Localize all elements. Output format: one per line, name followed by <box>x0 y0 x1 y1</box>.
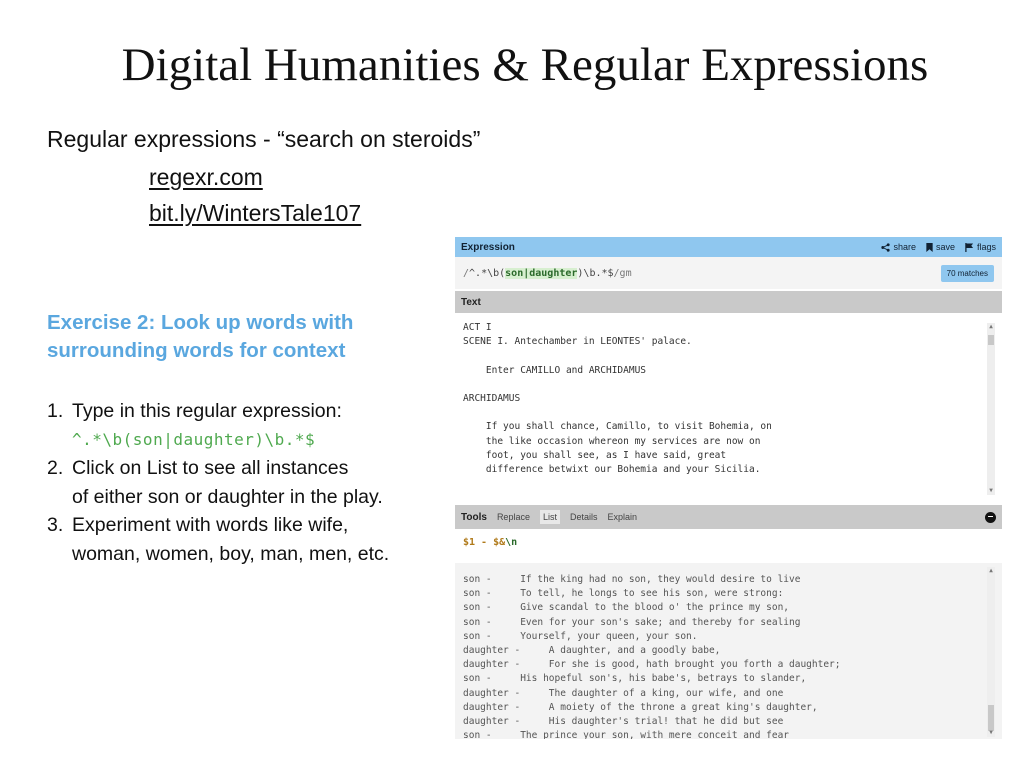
step-3: 3. Experiment with words like wife, woma… <box>47 511 452 568</box>
exercise-heading-line2: surrounding words for context <box>47 339 346 362</box>
list-item: daughter - His daughter's trial! that he… <box>463 716 784 728</box>
step-text: of either son or daughter in the play. <box>72 485 383 508</box>
list-template-input[interactable]: $1 - $&\n <box>463 537 517 548</box>
flags-button[interactable]: flags <box>965 242 996 252</box>
scroll-down-icon[interactable]: ▼ <box>987 487 995 495</box>
list-item: daughter - The daughter of a king, our w… <box>463 687 784 699</box>
tab-explain[interactable]: Explain <box>608 512 638 522</box>
list-item: son - To tell, he longs to see his son, … <box>463 588 784 600</box>
match-count-badge: 70 matches <box>940 264 994 282</box>
save-label: save <box>935 242 955 252</box>
exercise-heading: Exercise 2: Look up words with surroundi… <box>47 309 447 365</box>
text-line <box>463 349 983 363</box>
save-button[interactable]: save <box>926 242 955 252</box>
share-icon <box>881 242 891 252</box>
minus-circle-icon[interactable]: – <box>985 511 996 523</box>
step-1: 1. Type in this regular expression: ^.*\… <box>47 397 452 454</box>
expr-pre: ^.*\b( <box>469 267 506 279</box>
scroll-down-icon[interactable]: ▼ <box>987 729 995 737</box>
expression-input[interactable]: / ^.*\b( son|daughter )\b.*$ /gm 70 matc… <box>455 257 1002 289</box>
text-line: SCENE I. Antechamber in LEONTES' palace. <box>463 336 692 348</box>
text-label: Text <box>461 296 481 308</box>
step-2: 2. Click on List to see all instances of… <box>47 454 452 511</box>
result-list: son - If the king had no son, they would… <box>463 573 841 739</box>
step-number: 1. <box>47 400 64 422</box>
text-input-area[interactable]: ACT I SCENE I. Antechamber in LEONTES' pa… <box>463 321 983 497</box>
flag-icon <box>965 242 974 252</box>
regexr-link[interactable]: regexr.com <box>149 164 263 191</box>
winters-tale-link[interactable]: bit.ly/WintersTale107 <box>149 200 361 227</box>
list-item: son - Yourself, your queen, your son. <box>463 630 698 642</box>
tools-label: Tools <box>461 511 487 523</box>
text-line: If you shall chance, Camillo, to visit B… <box>463 421 772 433</box>
slide-subtitle: Regular expressions - “search on steroid… <box>47 126 481 152</box>
text-line <box>463 378 983 392</box>
text-line: the like occasion whereon my services ar… <box>463 435 761 447</box>
template-newline: \n <box>505 537 518 548</box>
share-label: share <box>893 242 916 252</box>
list-scrollbar[interactable]: ▲ ▼ <box>987 567 995 737</box>
scroll-up-icon[interactable]: ▲ <box>987 567 995 575</box>
text-line: Enter CAMILLO and ARCHIDAMUS <box>463 364 647 376</box>
share-button[interactable]: share <box>881 242 916 252</box>
expression-header: Expression share save flags <box>455 237 1002 257</box>
tab-details[interactable]: Details <box>570 512 598 522</box>
list-item: son - His hopeful son's, his babe's, bet… <box>463 673 807 685</box>
bookmark-icon <box>926 242 933 252</box>
text-header: Text <box>455 291 1002 313</box>
list-item: son - Even for your son's sake; and ther… <box>463 616 801 628</box>
scroll-thumb[interactable] <box>988 705 994 731</box>
expr-flags: /gm <box>613 267 632 279</box>
list-item: son - If the king had no son, they would… <box>463 574 801 585</box>
expr-group: son|daughter <box>505 267 578 279</box>
template-text: $1 - $& <box>463 537 506 548</box>
scroll-thumb[interactable] <box>988 335 994 345</box>
text-line: difference betwixt our Bohemia and your … <box>463 464 761 476</box>
tab-replace[interactable]: Replace <box>497 512 530 522</box>
text-line <box>463 406 983 420</box>
list-item: son - The prince your son, with mere con… <box>463 730 790 739</box>
slide-title: Digital Humanities & Regular Expressions <box>121 39 929 91</box>
scroll-up-icon[interactable]: ▲ <box>987 323 995 331</box>
list-item: daughter - A daughter, and a goodly babe… <box>463 645 721 657</box>
step-number: 3. <box>47 514 64 536</box>
list-results: son - If the king had no son, they would… <box>455 563 1002 739</box>
text-line: ACT I <box>463 322 492 333</box>
expr-post: )\b.*$ <box>577 267 614 279</box>
text-scrollbar[interactable]: ▲ ▼ <box>987 323 995 495</box>
step-text: Experiment with words like wife, <box>72 514 349 536</box>
tab-list[interactable]: List <box>539 510 560 524</box>
list-item: son - Give scandal to the blood o' the p… <box>463 602 790 614</box>
exercise-steps: 1. Type in this regular expression: ^.*\… <box>47 397 452 568</box>
step-text: Type in this regular expression: <box>72 400 342 422</box>
regexr-screenshot: Expression share save flags / ^.*\b( son… <box>455 237 1002 739</box>
expression-label: Expression <box>461 241 515 253</box>
text-line: ARCHIDAMUS <box>463 393 521 405</box>
text-line: foot, you shall see, as I have said, gre… <box>463 449 727 461</box>
step-text: woman, women, boy, man, men, etc. <box>72 542 390 565</box>
step-number: 2. <box>47 457 64 479</box>
tools-header: Tools Replace List Details Explain – <box>455 505 1002 529</box>
list-item: daughter - For she is good, hath brought… <box>463 659 841 671</box>
exercise-heading-line1: Exercise 2: Look up words with <box>47 311 354 334</box>
list-item: daughter - A moiety of the throne a grea… <box>463 701 818 713</box>
step-text: Click on List to see all instances <box>72 457 349 479</box>
flags-label: flags <box>976 242 996 252</box>
regex-code: ^.*\b(son|daughter)\b.*$ <box>72 429 316 449</box>
